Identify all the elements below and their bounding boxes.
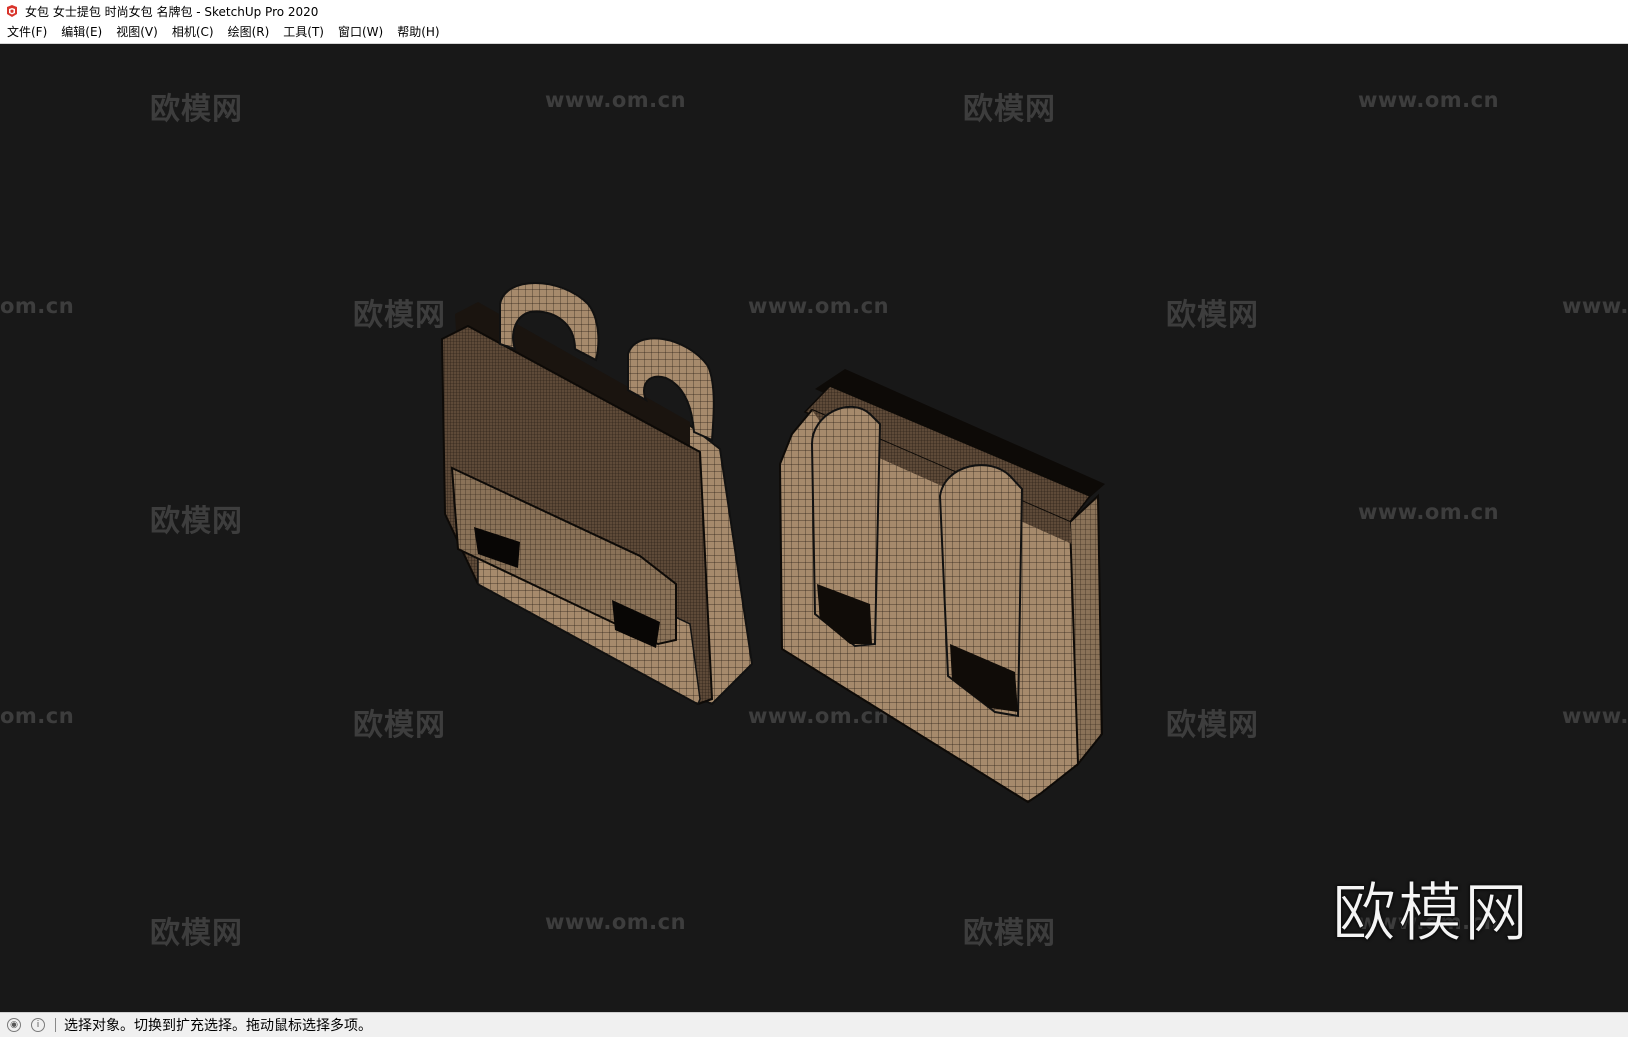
menu-bar: 文件(F) 编辑(E) 视图(V) 相机(C) 绘图(R) 工具(T) 窗口(W… (0, 22, 1628, 44)
status-message: 选择对象。切换到扩充选择。拖动鼠标选择多项。 (64, 1018, 372, 1034)
menu-window[interactable]: 窗口(W) (331, 22, 390, 43)
menu-camera[interactable]: 相机(C) (165, 22, 221, 43)
menu-edit[interactable]: 编辑(E) (54, 22, 109, 43)
status-separator (55, 1018, 56, 1032)
sketchup-icon (7, 5, 17, 17)
backpack-model-left[interactable] (440, 282, 754, 706)
menu-file[interactable]: 文件(F) (0, 22, 54, 43)
menu-help[interactable]: 帮助(H) (390, 22, 446, 43)
status-bar: ◉ i 选择对象。切换到扩充选择。拖动鼠标选择多项。 (0, 1012, 1628, 1037)
info-icon[interactable]: i (31, 1018, 45, 1032)
geo-location-icon[interactable]: ◉ (7, 1018, 21, 1032)
backpack-model-right[interactable] (778, 369, 1105, 804)
window-title: 女包 女士提包 时尚女包 名牌包 - SketchUp Pro 2020 (25, 4, 319, 19)
menu-view[interactable]: 视图(V) (109, 22, 165, 43)
model-viewport[interactable]: 欧模网 www.om.cn 欧模网 www.om.cn om.cn 欧模网 ww… (0, 44, 1628, 1012)
brand-logo: 欧模网 (1332, 877, 1530, 952)
menu-draw[interactable]: 绘图(R) (221, 22, 277, 43)
title-bar: 女包 女士提包 时尚女包 名牌包 - SketchUp Pro 2020 (0, 0, 1628, 22)
menu-tools[interactable]: 工具(T) (276, 22, 331, 43)
